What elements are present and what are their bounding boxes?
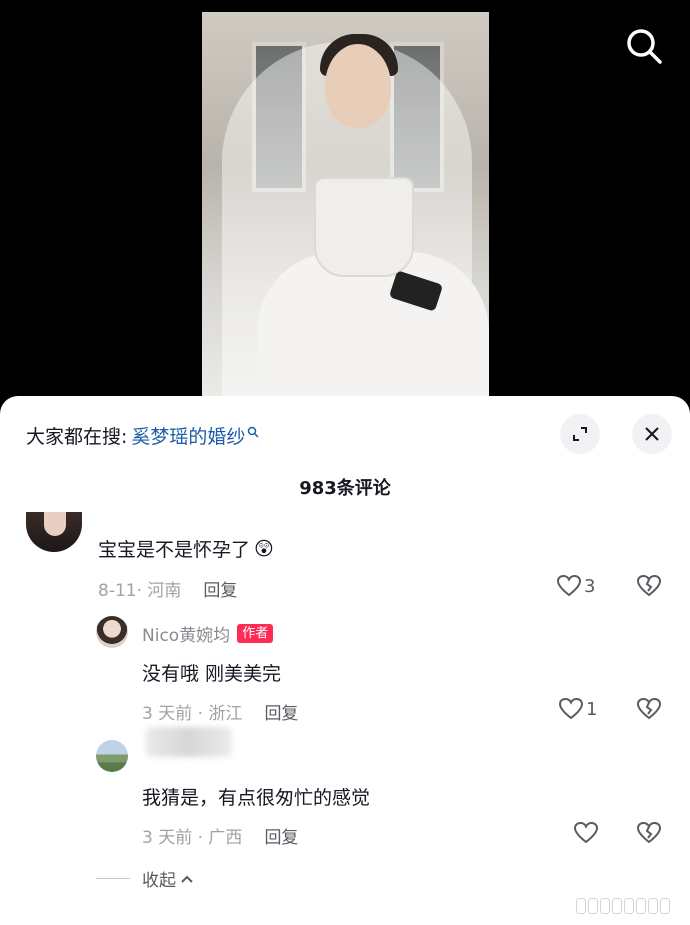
avatar[interactable] [96,740,128,772]
video-area[interactable] [0,0,690,400]
like-button[interactable]: 3 [556,574,595,598]
broken-heart-icon [636,821,662,844]
comment-date-location: 3 天前 · 浙江 [142,704,243,724]
face-decor [325,44,391,128]
dislike-button[interactable] [636,697,662,725]
expand-icon [573,427,587,441]
dislike-button[interactable] [636,574,662,602]
blurred-username [146,727,232,757]
reply-button[interactable]: 回复 [203,576,237,601]
close-icon [645,427,659,441]
heart-icon [556,574,582,597]
mini-search-icon [248,426,259,438]
comment-panel: 大家都在搜: 奚梦瑶的婚纱 983条评论 宝宝是不是怀孕了 😲 8-11· 河南… [0,396,690,925]
bodice-decor [314,177,414,277]
comment-text: 我猜是，有点很匆忙的感觉 [142,783,370,810]
expand-button[interactable] [560,414,600,454]
search-button[interactable] [624,26,664,66]
comment-text-body: 我猜是，有点很匆忙的感觉 [142,787,371,809]
comment-text: 没有哦 刚美美完 [142,659,281,686]
search-suggestion-keyword[interactable]: 奚梦瑶的婚纱 [131,422,245,449]
chevron-up-icon [181,875,193,883]
surprised-emoji-icon: 😲 [254,537,274,560]
comment-date-location: 8-11· 河南 [98,581,182,601]
comment-text-body: 宝宝是不是怀孕了 [98,539,251,561]
heart-icon [558,697,584,720]
video-thumbnail[interactable] [202,12,489,400]
broken-heart-icon [636,574,662,597]
reply-button[interactable]: 回复 [264,699,298,724]
heart-icon [573,821,599,844]
reply-button[interactable]: 回复 [264,823,298,848]
search-icon [627,29,662,64]
comment-meta: 3 天前 · 广西 回复 [142,823,298,848]
divider [96,878,130,879]
avatar[interactable] [26,512,82,552]
collapse-label: 收起 [142,871,176,891]
like-count: 1 [586,698,598,720]
dislike-button[interactable] [636,821,662,849]
collapse-replies-button[interactable]: 收起 [96,866,194,891]
comment-date-location: 3 天前 · 广西 [142,828,243,848]
close-button[interactable] [632,414,672,454]
like-button[interactable]: 1 [558,697,597,721]
comment-text: 宝宝是不是怀孕了 😲 [98,535,274,562]
search-suggestion[interactable]: 大家都在搜: 奚梦瑶的婚纱 [26,422,259,449]
comment-count: 983条评论 [299,478,391,499]
avatar[interactable] [96,616,128,648]
search-suggestion-prefix: 大家都在搜: [26,426,128,448]
broken-heart-icon [636,697,662,720]
comment-text-body: 没有哦 刚美美完 [142,663,282,685]
like-button[interactable] [573,821,599,845]
author-badge: 作者 [237,624,274,643]
comment-author[interactable]: Nico黄婉均 作者 [142,621,274,646]
author-name[interactable]: Nico黄婉均 [142,621,230,646]
like-count: 3 [584,575,596,597]
comment-meta: 8-11· 河南 回复 [98,576,237,601]
watermark-logo [576,898,670,914]
comment-meta: 3 天前 · 浙江 回复 [142,699,298,724]
